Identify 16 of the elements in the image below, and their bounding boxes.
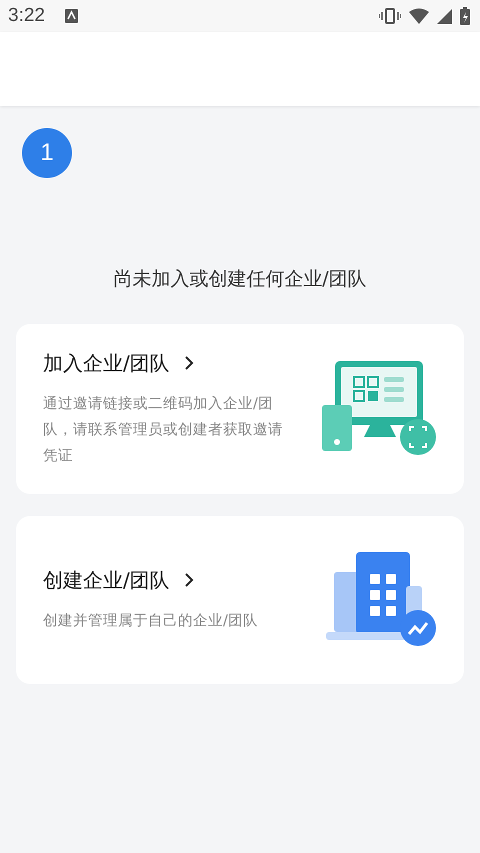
option-card[interactable]: 创建企业/团队 创建并管理属于自己的企业/团队 <box>16 516 464 684</box>
chevron-right-icon <box>184 355 194 371</box>
card-title: 创建企业/团队 <box>43 566 170 594</box>
card-title: 加入企业/团队 <box>43 350 170 376</box>
battery-charging-icon <box>460 7 470 25</box>
card-description: 创建并管理属于自己的企业/团队 <box>43 612 259 630</box>
status-time: 3:22 <box>8 5 45 27</box>
option-card[interactable]: 加入企业/团队 通过邀请链接或二维码加入企业/团队，请联系管理员或创建者获取邀请凭证 <box>16 324 464 494</box>
wifi-icon <box>409 8 429 24</box>
card-description: 通过邀请链接或二维码加入企业/团队，请联系管理员或创建者获取邀请凭证 <box>43 394 284 466</box>
empty-message: 尚未加入或创建任何企业/团队 <box>112 267 368 292</box>
signal-icon <box>437 8 452 24</box>
vibrate-icon <box>379 8 401 24</box>
step-badge: 1 <box>22 128 72 178</box>
keyboard-notification-icon <box>64 9 78 23</box>
chevron-right-icon <box>184 572 194 588</box>
